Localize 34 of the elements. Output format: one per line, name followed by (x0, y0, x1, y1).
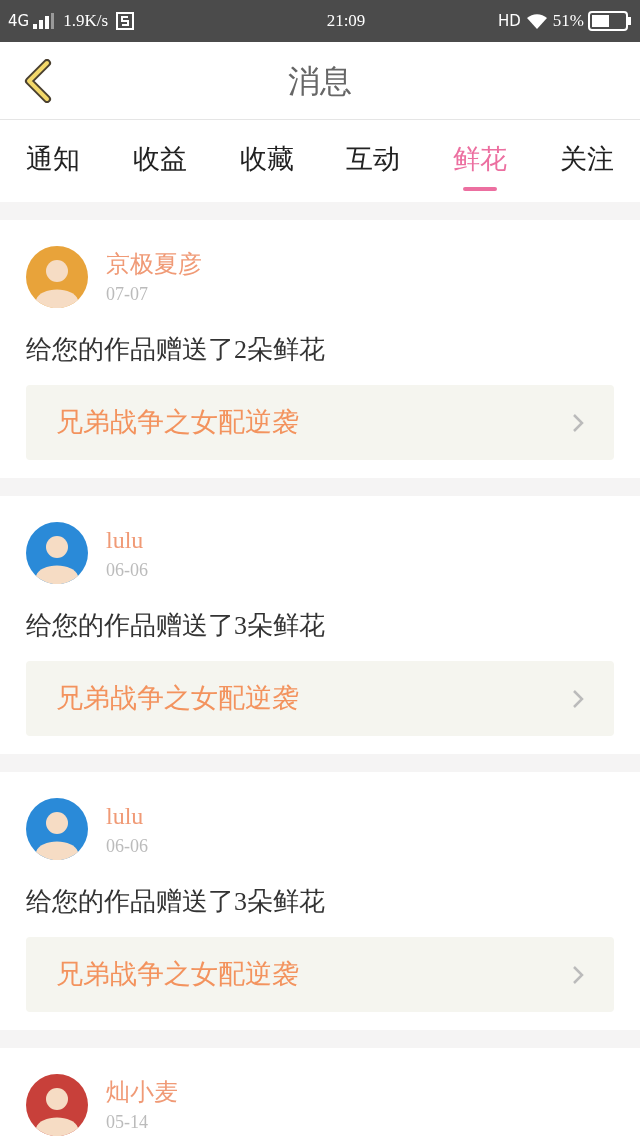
user-name[interactable]: 京极夏彦 (106, 247, 202, 281)
tab[interactable]: 关注 (533, 120, 640, 202)
message-date: 05-14 (106, 1111, 149, 1134)
tab[interactable]: 收藏 (213, 120, 320, 202)
speed-label: 1.9K/s (63, 10, 109, 33)
message-text: 给您的作品赠送了2朵鲜花 (26, 334, 326, 366)
wifi-icon (524, 12, 549, 30)
back-chevron-icon (23, 58, 53, 103)
hd-label: HD (497, 10, 521, 32)
message-date: 07-07 (106, 283, 149, 306)
user-name[interactable]: lulu (106, 523, 148, 557)
message-text: 给您的作品赠送了3朵鲜花 (26, 610, 326, 642)
signal-icon (33, 13, 56, 29)
battery-label: 51% (552, 10, 584, 33)
tab[interactable]: 鲜花 (426, 120, 534, 202)
message-text: 给您的作品赠送了3朵鲜花 (26, 886, 326, 918)
tab[interactable]: 互动 (320, 120, 427, 202)
clock: 21:09 (325, 10, 366, 33)
book-link[interactable]: 兄弟战争之女配逆袭 (26, 385, 614, 460)
tab[interactable]: 收益 (106, 120, 214, 202)
network-label: 4G (8, 10, 30, 32)
page-title: 消息 (288, 61, 352, 101)
chevron-right-icon (572, 412, 584, 433)
user-name[interactable]: 灿小麦 (106, 1075, 178, 1109)
message-date: 06-06 (106, 835, 148, 858)
chevron-right-icon (572, 688, 584, 709)
app-icon (116, 12, 135, 30)
user-name[interactable]: lulu (106, 799, 148, 833)
battery-icon (588, 11, 632, 31)
book-link[interactable]: 兄弟战争之女配逆袭 (26, 661, 614, 736)
book-link[interactable]: 兄弟战争之女配逆袭 (26, 937, 614, 1012)
tab[interactable]: 通知 (0, 120, 107, 202)
chevron-right-icon (572, 964, 584, 985)
message-date: 06-06 (106, 559, 148, 582)
